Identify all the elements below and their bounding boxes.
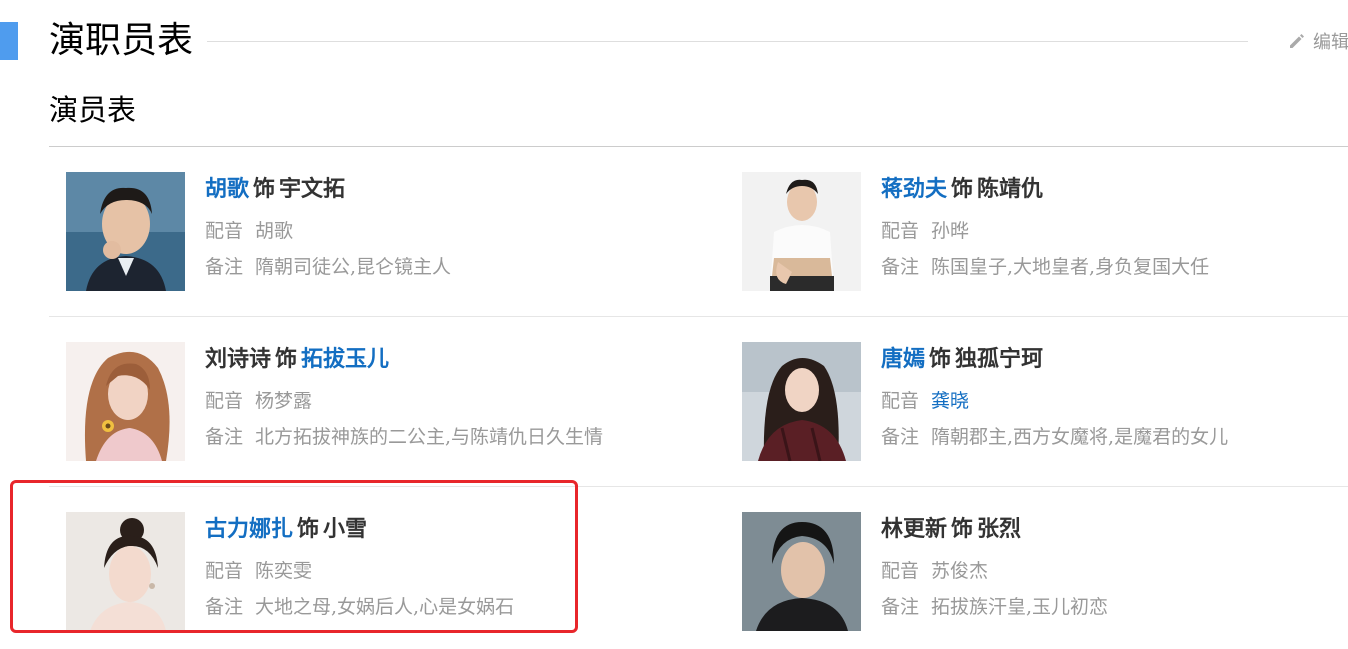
section-title: 演员表 — [49, 93, 137, 127]
note-label: 备注 — [205, 256, 244, 278]
dub-line: 配音 龚晓 — [881, 389, 969, 413]
note-label: 备注 — [881, 256, 920, 278]
dub-name: 孙晔 — [931, 220, 970, 242]
section-accent-bar — [0, 22, 18, 60]
actor-link[interactable]: 蒋劲夫 — [881, 177, 947, 202]
as-label: 饰 — [275, 347, 298, 372]
as-label: 饰 — [929, 347, 952, 372]
as-label: 饰 — [253, 177, 276, 202]
dub-line: 配音 杨梦露 — [205, 389, 312, 413]
section-divider — [49, 146, 1348, 147]
as-label: 饰 — [951, 177, 974, 202]
cast-card: 蒋劲夫饰陈靖仇 配音 孙晔 备注 陈国皇子,大地皇者,身负复国大任 — [742, 172, 1342, 292]
role-line: 胡歌饰宇文拓 — [205, 176, 345, 204]
actor-name: 刘诗诗 — [205, 347, 272, 372]
note-label: 备注 — [881, 596, 920, 618]
actor-photo[interactable] — [742, 512, 861, 631]
note-line: 备注 隋朝司徒公,昆仑镜主人 — [205, 255, 451, 279]
edit-label: 编辑 — [1313, 32, 1348, 53]
note-text: 陈国皇子,大地皇者,身负复国大任 — [931, 256, 1210, 278]
note-line: 备注 拓拔族汗皇,玉儿初恋 — [881, 595, 1108, 619]
note-text: 北方拓拔神族的二公主,与陈靖仇日久生情 — [255, 426, 604, 448]
dub-name: 杨梦露 — [255, 390, 313, 412]
dub-label: 配音 — [205, 390, 244, 412]
note-line: 备注 北方拓拔神族的二公主,与陈靖仇日久生情 — [205, 425, 603, 449]
page-title: 演职员表 — [49, 20, 194, 61]
role-name: 张烈 — [977, 517, 1022, 542]
note-line: 备注 陈国皇子,大地皇者,身负复国大任 — [881, 255, 1209, 279]
actor-name: 林更新 — [881, 517, 948, 542]
role-name: 独孤宁珂 — [955, 347, 1044, 372]
dub-line: 配音 苏俊杰 — [881, 559, 988, 583]
role-line: 蒋劲夫饰陈靖仇 — [881, 176, 1043, 204]
row-divider — [49, 316, 1348, 317]
dub-line: 配音 胡歌 — [205, 219, 293, 243]
pencil-icon — [1287, 31, 1307, 51]
actor-photo[interactable] — [66, 342, 185, 461]
note-line: 备注 隋朝郡主,西方女魔将,是魔君的女儿 — [881, 425, 1228, 449]
role-line: 林更新饰张烈 — [881, 516, 1021, 544]
role-link[interactable]: 拓拔玉儿 — [301, 347, 389, 372]
cast-card: 林更新饰张烈 配音 苏俊杰 备注 拓拔族汗皇,玉儿初恋 — [742, 512, 1342, 632]
cast-page: 演职员表 编辑 演员表 胡歌饰宇文拓 配音 胡歌 备注 隋朝司徒公,昆仑镜主人 … — [0, 0, 1348, 649]
edit-button[interactable]: 编辑 — [1287, 28, 1348, 54]
title-divider — [207, 41, 1248, 42]
cast-card: 胡歌饰宇文拓 配音 胡歌 备注 隋朝司徒公,昆仑镜主人 — [66, 172, 706, 292]
dub-label: 配音 — [881, 560, 920, 582]
note-label: 备注 — [205, 426, 244, 448]
dub-label: 配音 — [881, 390, 920, 412]
dub-line: 配音 孙晔 — [881, 219, 969, 243]
dub-name: 胡歌 — [255, 220, 294, 242]
dub-label: 配音 — [205, 220, 244, 242]
cast-card: 刘诗诗饰拓拔玉儿 配音 杨梦露 备注 北方拓拔神族的二公主,与陈靖仇日久生情 — [66, 342, 706, 462]
role-name: 宇文拓 — [279, 177, 346, 202]
highlight-box — [10, 480, 578, 633]
dub-name: 苏俊杰 — [931, 560, 989, 582]
role-line: 唐嫣饰独孤宁珂 — [881, 346, 1043, 374]
note-text: 拓拔族汗皇,玉儿初恋 — [931, 596, 1109, 618]
actor-link[interactable]: 唐嫣 — [881, 347, 925, 372]
actor-link[interactable]: 胡歌 — [205, 177, 249, 202]
note-text: 隋朝司徒公,昆仑镜主人 — [255, 256, 452, 278]
actor-photo[interactable] — [742, 172, 861, 291]
dub-link[interactable]: 龚晓 — [931, 390, 969, 412]
cast-card: 唐嫣饰独孤宁珂 配音 龚晓 备注 隋朝郡主,西方女魔将,是魔君的女儿 — [742, 342, 1342, 462]
actor-photo[interactable] — [66, 172, 185, 291]
note-text: 隋朝郡主,西方女魔将,是魔君的女儿 — [931, 426, 1229, 448]
dub-label: 配音 — [881, 220, 920, 242]
note-label: 备注 — [881, 426, 920, 448]
role-name: 陈靖仇 — [977, 177, 1044, 202]
role-line: 刘诗诗饰拓拔玉儿 — [205, 346, 389, 374]
as-label: 饰 — [951, 517, 974, 542]
actor-photo[interactable] — [742, 342, 861, 461]
